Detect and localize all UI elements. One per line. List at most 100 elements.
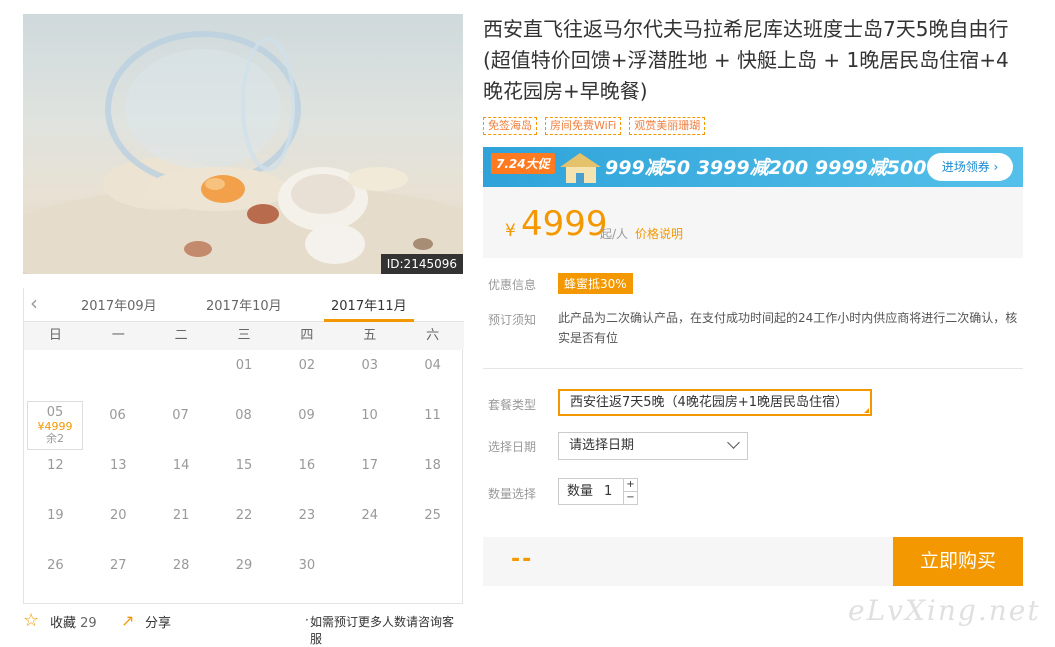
quantity-label: 数量选择 — [488, 487, 537, 501]
calendar-day[interactable]: 02 — [275, 350, 338, 400]
calendar-month-nav: ‹ 2017年09月 2017年10月 2017年11月 — [24, 288, 464, 322]
calendar-empty-cell — [24, 350, 87, 400]
weekday-label: 二 — [174, 328, 188, 343]
calendar-day-remaining: 余2 — [46, 432, 64, 445]
quantity-stepper: 数量 1 + − — [558, 478, 638, 505]
calendar-grid: 01 02 03 04 05 ¥4999 余2 06 07 08 09 10 11 12 13 14 15 16 1… — [24, 350, 464, 600]
calendar-day[interactable]: 11 — [401, 400, 464, 450]
date-select[interactable]: 请选择日期 — [558, 432, 748, 460]
site-watermark: eLvXing.net — [848, 594, 1041, 627]
calendar-day[interactable]: 10 — [338, 400, 401, 450]
discount-label: 优惠信息 — [488, 278, 537, 292]
calendar-empty-cell — [338, 550, 401, 600]
calendar-week-row: 12 13 14 15 16 17 18 — [24, 450, 464, 500]
calendar-week-row: 26 27 28 29 30 — [24, 550, 464, 600]
tab-month-oct[interactable]: 2017年10月 — [206, 295, 282, 314]
quantity-input[interactable]: 1 — [604, 479, 612, 504]
calendar-day-selected[interactable]: 05 ¥4999 余2 — [27, 401, 83, 450]
tab-month-sep[interactable]: 2017年09月 — [81, 295, 157, 314]
calendar-day[interactable]: 20 — [87, 500, 150, 550]
calendar-day[interactable]: 01 — [213, 350, 276, 400]
chevron-down-icon — [727, 436, 740, 449]
promo-badge: 7.24大促 — [491, 153, 555, 174]
calendar-week-row: 05 ¥4999 余2 06 07 08 09 10 11 — [24, 400, 464, 450]
weekday-label: 五 — [363, 328, 377, 343]
price-box: ¥ 4999 起/人 价格说明 — [483, 187, 1023, 258]
quantity-plus-button[interactable]: + — [623, 479, 637, 492]
share-icon[interactable]: ↗ — [121, 611, 134, 630]
weekday-label: 四 — [300, 328, 314, 343]
weekday-label: 日 — [48, 328, 62, 343]
calendar-empty-cell — [87, 350, 150, 400]
total-price: -- — [511, 547, 534, 572]
chevron-left-icon[interactable]: ‹ — [30, 291, 38, 315]
package-option[interactable]: 西安往返7天5晚（4晚花园房+1晚居民岛住宿） — [558, 389, 872, 416]
weekday-label: 六 — [426, 328, 440, 343]
package-label: 套餐类型 — [488, 398, 537, 412]
price-value: 4999 — [521, 204, 608, 244]
calendar-week-row: 19 20 21 22 23 24 25 — [24, 500, 464, 550]
promo-offers: 999减50 3999减200 9999减500 — [605, 157, 927, 179]
tab-month-nov[interactable]: 2017年11月 — [331, 295, 407, 314]
calendar-day[interactable]: 03 — [338, 350, 401, 400]
weekday-label: 三 — [237, 328, 251, 343]
calendar-day[interactable]: 23 — [275, 500, 338, 550]
calendar-empty-cell — [150, 350, 213, 400]
calendar-day[interactable]: 27 — [87, 550, 150, 600]
calendar-day[interactable]: 19 — [24, 500, 87, 550]
product-photo: ID:2145096 — [23, 14, 463, 274]
date-label: 选择日期 — [488, 440, 537, 454]
product-tag: 观赏美丽珊瑚 — [629, 117, 706, 135]
quantity-minus-button[interactable]: − — [623, 492, 637, 505]
product-actions: ☆ 收藏 29 ↗ 分享 · 如需预订更多人数请咨询客服 — [23, 610, 463, 646]
package-option-label: 西安往返7天5晚（4晚花园房+1晚居民岛住宿） — [570, 395, 848, 410]
weekday-label: 一 — [111, 328, 125, 343]
calendar-day[interactable]: 12 — [24, 450, 87, 500]
calendar-day[interactable]: 17 — [338, 450, 401, 500]
calendar-day[interactable]: 16 — [275, 450, 338, 500]
date-select-value: 请选择日期 — [569, 438, 635, 453]
buy-now-button[interactable]: 立即购买 — [893, 537, 1023, 586]
share-button[interactable]: 分享 — [145, 612, 171, 631]
notice-label: 预订须知 — [488, 313, 537, 327]
favorite-button[interactable]: 收藏 29 — [50, 612, 97, 631]
calendar-day[interactable]: 30 — [275, 550, 338, 600]
calendar-day[interactable]: 21 — [150, 500, 213, 550]
photo-id-label: ID:2145096 — [380, 254, 463, 274]
calendar-day[interactable]: 07 — [149, 400, 212, 450]
price-explanation-link[interactable]: 价格说明 — [635, 225, 683, 242]
calendar-day[interactable]: 28 — [150, 550, 213, 600]
product-title: 西安直飞往返马尔代夫马拉希尼库达班度士岛7天5晚自由行(超值特价回馈+浮潜胜地 … — [483, 17, 1009, 103]
calendar-day-number: 05 — [46, 405, 64, 420]
divider — [483, 368, 1023, 369]
calendar-day[interactable]: 29 — [213, 550, 276, 600]
calendar-day[interactable]: 26 — [24, 550, 87, 600]
calendar-day[interactable]: 09 — [275, 400, 338, 450]
price-unit: 起/人 — [600, 227, 629, 241]
bullet-icon: · — [305, 613, 309, 627]
favorite-count: 29 — [80, 616, 97, 631]
discount-badge: 蜂蜜抵30% — [558, 273, 633, 294]
beach-jar-illustration — [23, 31, 463, 274]
beach-hut-icon — [560, 153, 601, 183]
calendar-day[interactable]: 18 — [401, 450, 464, 500]
calendar-day[interactable]: 24 — [338, 500, 401, 550]
get-coupon-button[interactable]: 进场领券 › — [927, 153, 1013, 181]
product-tags: 免签海岛 房间免费WiFi 观赏美丽珊瑚 — [483, 117, 706, 135]
calendar-day[interactable]: 25 — [401, 500, 464, 550]
star-icon[interactable]: ☆ — [23, 610, 39, 631]
promo-banner[interactable]: 7.24大促 999减50 3999减200 9999减500 进场领券 › — [483, 147, 1023, 187]
product-tag: 房间免费WiFi — [545, 117, 622, 135]
price-currency: ¥ — [505, 221, 516, 241]
calendar-day[interactable]: 04 — [401, 350, 464, 400]
calendar-day[interactable]: 14 — [150, 450, 213, 500]
calendar-week-row: 01 02 03 04 — [24, 350, 464, 400]
selected-corner-icon — [864, 408, 869, 413]
calendar-empty-cell — [401, 550, 464, 600]
calendar-day[interactable]: 06 — [86, 400, 149, 450]
calendar-day[interactable]: 08 — [212, 400, 275, 450]
calendar-day[interactable]: 22 — [213, 500, 276, 550]
calendar-day[interactable]: 15 — [213, 450, 276, 500]
favorite-label: 收藏 — [50, 616, 77, 631]
calendar-day[interactable]: 13 — [87, 450, 150, 500]
